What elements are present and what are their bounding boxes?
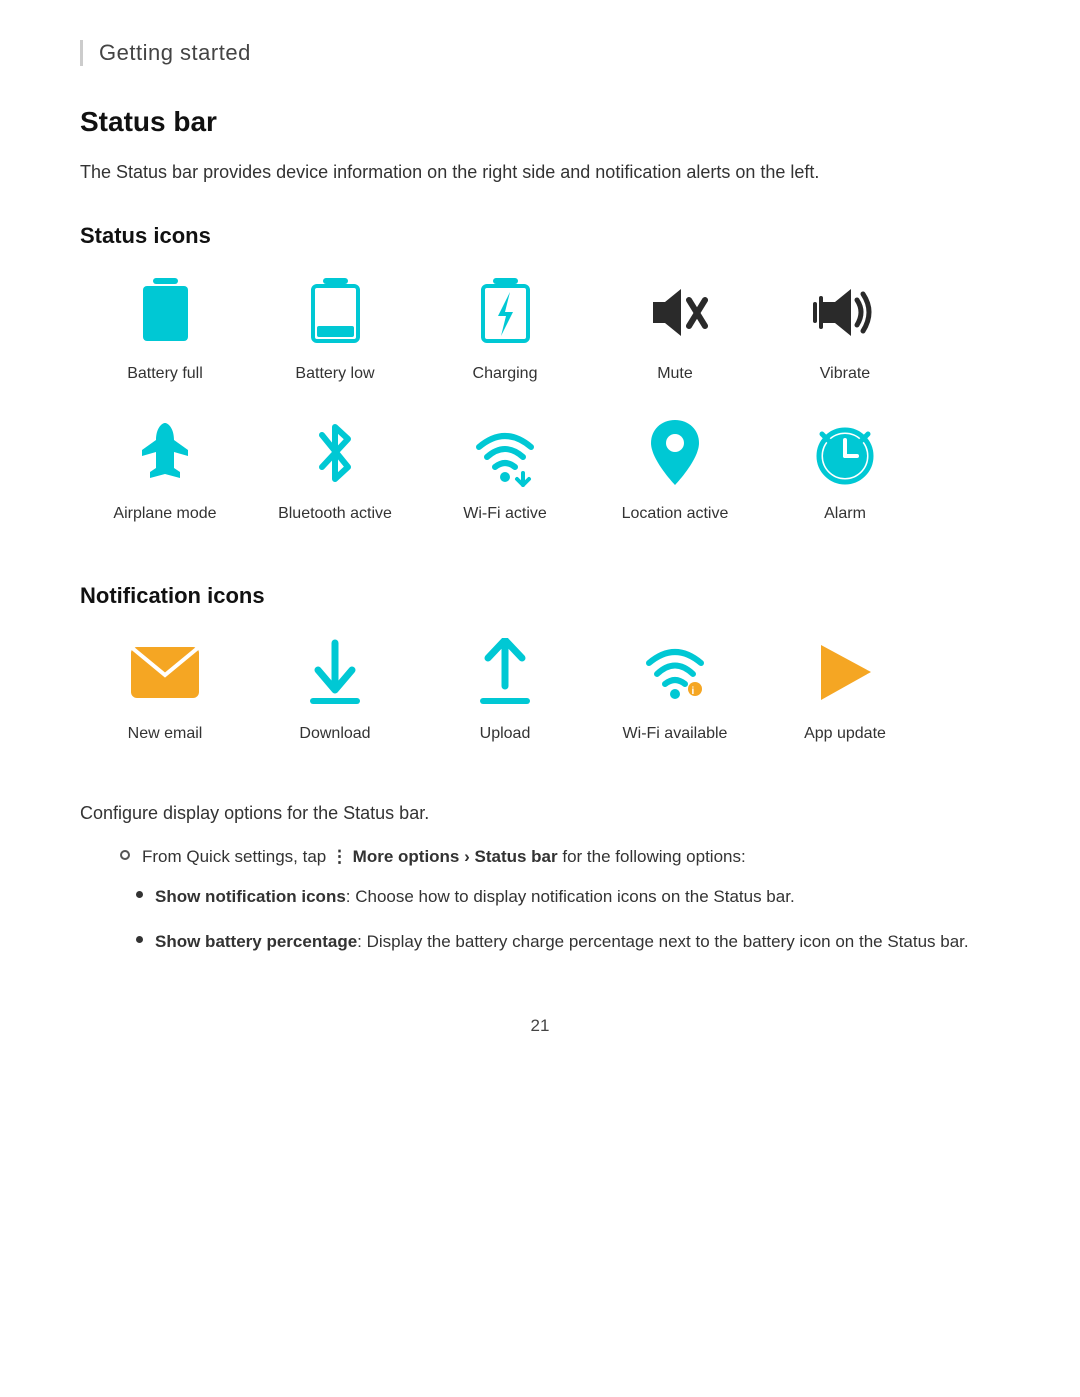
status-icons-grid: Battery full Battery low Charging — [80, 273, 1000, 553]
notification-icons-section: Notification icons New email Download — [80, 583, 1000, 773]
list-item: Battery low — [250, 273, 420, 383]
list-item: Location active — [590, 413, 760, 523]
location-label: Location active — [622, 505, 729, 523]
list-item: Airplane mode — [80, 413, 250, 523]
app-update-label: App update — [804, 725, 886, 743]
list-item: Alarm — [760, 413, 930, 523]
airplane-label: Airplane mode — [113, 505, 216, 523]
bluetooth-icon — [295, 413, 375, 493]
location-icon — [635, 413, 715, 493]
status-icons-title: Status icons — [80, 223, 1000, 249]
bullet-list: From Quick settings, tap ⋮ More options … — [120, 844, 1000, 870]
alarm-label: Alarm — [824, 505, 866, 523]
circle-bullet — [120, 850, 130, 860]
list-item: Mute — [590, 273, 760, 383]
mute-label: Mute — [657, 365, 693, 383]
list-item: Upload — [420, 633, 590, 743]
charging-icon — [465, 273, 545, 353]
bullet2-rest: : Display the battery charge percentage … — [357, 932, 968, 951]
list-item: Bluetooth active — [250, 413, 420, 523]
bullet1-rest: : Choose how to display notification ico… — [346, 887, 795, 906]
charging-label: Charging — [473, 365, 538, 383]
battery-full-icon — [125, 273, 205, 353]
alarm-icon — [805, 413, 885, 493]
download-label: Download — [299, 725, 370, 743]
list-item: New email — [80, 633, 250, 743]
email-label: New email — [128, 725, 203, 743]
wifi-available-icon: i — [635, 633, 715, 713]
list-item: Charging — [420, 273, 590, 383]
wifi-available-label: Wi-Fi available — [623, 725, 728, 743]
list-item: Wi-Fi active — [420, 413, 590, 523]
download-icon — [295, 633, 375, 713]
upload-label: Upload — [480, 725, 531, 743]
vibrate-icon — [805, 273, 885, 353]
app-update-icon — [805, 633, 885, 713]
quick-settings-text: From Quick settings, tap ⋮ More options … — [142, 844, 746, 870]
page-number: 21 — [80, 1016, 1000, 1036]
dot-bullet — [136, 936, 143, 943]
airplane-icon — [125, 413, 205, 493]
vibrate-label: Vibrate — [820, 365, 870, 383]
list-item: From Quick settings, tap ⋮ More options … — [120, 844, 1000, 870]
notification-icons-grid: New email Download Upload — [80, 633, 1000, 773]
configure-text: Configure display options for the Status… — [80, 803, 1000, 824]
bullet2-text: Show battery percentage: Display the bat… — [155, 928, 969, 955]
dot-bullet — [136, 891, 143, 898]
list-item: Download — [250, 633, 420, 743]
list-item: Show notification icons: Choose how to d… — [136, 883, 1000, 910]
list-item: Vibrate — [760, 273, 930, 383]
email-icon — [125, 633, 205, 713]
sub-bullet-list: Show notification icons: Choose how to d… — [136, 883, 1000, 955]
page-title: Status bar — [80, 106, 1000, 138]
breadcrumb: Getting started — [80, 40, 1000, 66]
battery-full-label: Battery full — [127, 365, 203, 383]
bluetooth-label: Bluetooth active — [278, 505, 392, 523]
battery-low-label: Battery low — [295, 365, 374, 383]
upload-icon — [465, 633, 545, 713]
list-item: App update — [760, 633, 930, 743]
list-item: Battery full — [80, 273, 250, 383]
bullet1-text: Show notification icons: Choose how to d… — [155, 883, 795, 910]
notification-icons-title: Notification icons — [80, 583, 1000, 609]
mute-icon — [635, 273, 715, 353]
bullet2-bold: Show battery percentage — [155, 932, 357, 951]
wifi-active-icon — [465, 413, 545, 493]
bullet1-bold: Show notification icons — [155, 887, 346, 906]
list-item: Show battery percentage: Display the bat… — [136, 928, 1000, 955]
svg-text:i: i — [692, 686, 695, 697]
battery-low-icon — [295, 273, 375, 353]
wifi-active-label: Wi-Fi active — [463, 505, 547, 523]
list-item: i Wi-Fi available — [590, 633, 760, 743]
page-description: The Status bar provides device informati… — [80, 158, 1000, 187]
